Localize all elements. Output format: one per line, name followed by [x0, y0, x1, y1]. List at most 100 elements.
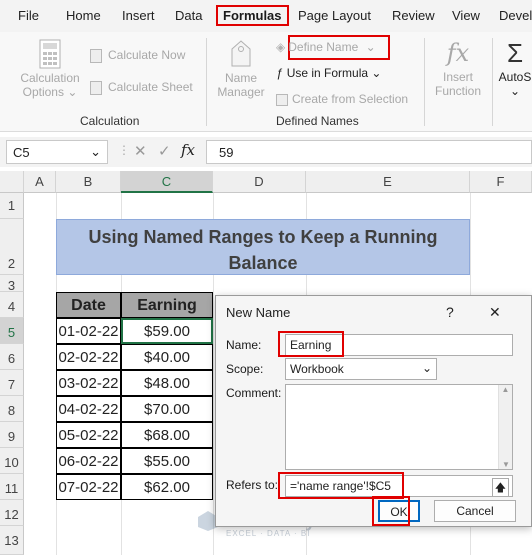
cancel-icon[interactable]: ✕: [134, 142, 147, 160]
row-header-3[interactable]: 3: [0, 275, 24, 293]
comment-textarea[interactable]: ▲ ▼: [285, 384, 513, 470]
table-cell-earning[interactable]: $68.00: [121, 422, 213, 448]
insert-function-button[interactable]: fx Insert Function: [430, 36, 486, 108]
name-box[interactable]: C5 ⌄: [6, 140, 108, 164]
column-header-a[interactable]: A: [24, 171, 56, 193]
check-icon[interactable]: ✓: [158, 142, 171, 160]
name-manager-button[interactable]: Name Manager: [214, 36, 268, 108]
table-cell-earning[interactable]: $48.00: [121, 370, 213, 396]
help-icon[interactable]: ?: [446, 304, 454, 320]
calculation-options-label-1: Calculation: [20, 71, 80, 85]
scope-select[interactable]: Workbook ⌄: [285, 358, 437, 380]
sheet-title-cell[interactable]: Using Named Ranges to Keep a Running Bal…: [56, 219, 470, 275]
row-header-10[interactable]: 10: [0, 448, 24, 474]
insert-function-label-2: Function: [434, 84, 482, 98]
tab-view[interactable]: View: [452, 8, 480, 23]
tab-data[interactable]: Data: [175, 8, 202, 23]
name-field-highlight: [278, 331, 344, 357]
refers-to-label: Refers to:: [226, 478, 279, 492]
create-from-selection-button[interactable]: Create from Selection: [276, 92, 408, 106]
insert-function-fx-icon[interactable]: fx: [181, 141, 195, 159]
cancel-button[interactable]: Cancel: [434, 500, 516, 522]
menu-bar: File Home Insert Data Formulas Page Layo…: [0, 0, 532, 32]
column-header-b[interactable]: B: [56, 171, 121, 193]
row-header-8[interactable]: 8: [0, 396, 24, 422]
tab-review[interactable]: Review: [392, 8, 435, 23]
table-header-date[interactable]: Date: [56, 292, 121, 318]
tag-small-icon: ◈: [276, 40, 286, 54]
table-cell-date[interactable]: 06-02-22: [56, 448, 121, 474]
sigma-icon: Σ: [506, 38, 524, 68]
chevron-down-icon: ⌄: [365, 40, 376, 54]
ribbon-separator: [492, 38, 493, 126]
define-name-button[interactable]: ◈ Define Name ⌄: [276, 40, 376, 54]
column-header-f[interactable]: F: [470, 171, 532, 193]
table-cell-earning[interactable]: $40.00: [121, 344, 213, 370]
chevron-down-icon[interactable]: ⌄: [90, 144, 101, 160]
column-header-d[interactable]: D: [213, 171, 306, 193]
row-header-7[interactable]: 7: [0, 370, 24, 396]
formula-input[interactable]: 59: [206, 140, 532, 164]
tab-insert[interactable]: Insert: [122, 8, 155, 23]
more-icon: ⋮: [118, 143, 130, 157]
row-header-11[interactable]: 11: [0, 474, 24, 500]
column-header-e[interactable]: E: [306, 171, 470, 193]
row-header-6[interactable]: 6: [0, 344, 24, 370]
tab-page-layout[interactable]: Page Layout: [298, 8, 371, 23]
column-header-c[interactable]: C: [121, 171, 213, 193]
collapse-dialog-icon[interactable]: 🡅: [491, 478, 509, 496]
row-header-1[interactable]: 1: [0, 193, 24, 219]
row-header-12[interactable]: 12: [0, 500, 24, 526]
calculation-options-button[interactable]: Calculation Options ⌄: [14, 36, 86, 108]
table-cell-earning-selected[interactable]: $59.00: [121, 318, 213, 344]
table-cell-earning[interactable]: $62.00: [121, 474, 213, 500]
row-header-4[interactable]: 4: [0, 292, 24, 318]
table-cell-earning[interactable]: $55.00: [121, 448, 213, 474]
scope-label: Scope:: [226, 362, 264, 376]
calculation-group-label: Calculation: [80, 114, 140, 128]
autosum-button[interactable]: Σ AutoS ⌄: [498, 36, 532, 108]
scrollbar[interactable]: ▲ ▼: [498, 385, 512, 469]
chevron-down-icon: ⌄: [421, 361, 432, 375]
use-in-formula-button[interactable]: ƒ Use in Formula ⌄: [276, 66, 381, 80]
refers-to-highlight: [278, 472, 404, 499]
sheet-calc-icon: [90, 80, 102, 95]
table-cell-date[interactable]: 05-02-22: [56, 422, 121, 448]
table-cell-date[interactable]: 07-02-22: [56, 474, 121, 500]
table-header-earning[interactable]: Earning: [121, 292, 213, 318]
new-name-dialog: New Name ? ✕ Name: Earning Scope: Workbo…: [215, 295, 532, 527]
table-cell-date[interactable]: 03-02-22: [56, 370, 121, 396]
close-icon[interactable]: ✕: [489, 304, 501, 321]
tab-developer[interactable]: Devel: [499, 8, 532, 23]
ribbon-separator: [206, 38, 207, 126]
ribbon-separator: [424, 38, 425, 126]
row-header-9[interactable]: 9: [0, 422, 24, 448]
table-cell-date[interactable]: 01-02-22: [56, 318, 121, 344]
dialog-title: New Name: [226, 305, 291, 320]
scroll-down-icon[interactable]: ▼: [499, 460, 512, 469]
tab-home[interactable]: Home: [66, 8, 101, 23]
calculate-sheet-button[interactable]: Calculate Sheet: [90, 80, 193, 95]
grid-small-icon: [276, 93, 288, 106]
calculator-small-icon: [90, 48, 102, 63]
calculate-now-button[interactable]: Calculate Now: [90, 48, 185, 63]
formula-value: 59: [219, 145, 234, 160]
calculation-options-label-2: Options ⌄: [22, 85, 78, 99]
ribbon: Calculation Options ⌄ Calculate Now Calc…: [0, 32, 532, 132]
row-header-13[interactable]: 13: [0, 526, 24, 555]
ok-button-highlight: [372, 496, 410, 526]
row-header-5[interactable]: 5: [0, 318, 24, 344]
insert-function-label-1: Insert: [442, 70, 473, 84]
tab-formulas[interactable]: Formulas: [216, 5, 289, 26]
scroll-up-icon[interactable]: ▲: [499, 385, 512, 394]
function-small-icon: ƒ: [276, 66, 283, 80]
tab-file[interactable]: File: [18, 8, 39, 23]
scope-value: Workbook: [290, 362, 344, 376]
table-cell-date[interactable]: 02-02-22: [56, 344, 121, 370]
chevron-down-icon: ⌄: [509, 84, 521, 98]
table-cell-earning[interactable]: $70.00: [121, 396, 213, 422]
sheet-title-line-1: Using Named Ranges to Keep a Running: [88, 227, 438, 247]
table-cell-date[interactable]: 04-02-22: [56, 396, 121, 422]
row-header-2[interactable]: 2: [0, 219, 24, 275]
select-all-corner[interactable]: [0, 171, 24, 193]
